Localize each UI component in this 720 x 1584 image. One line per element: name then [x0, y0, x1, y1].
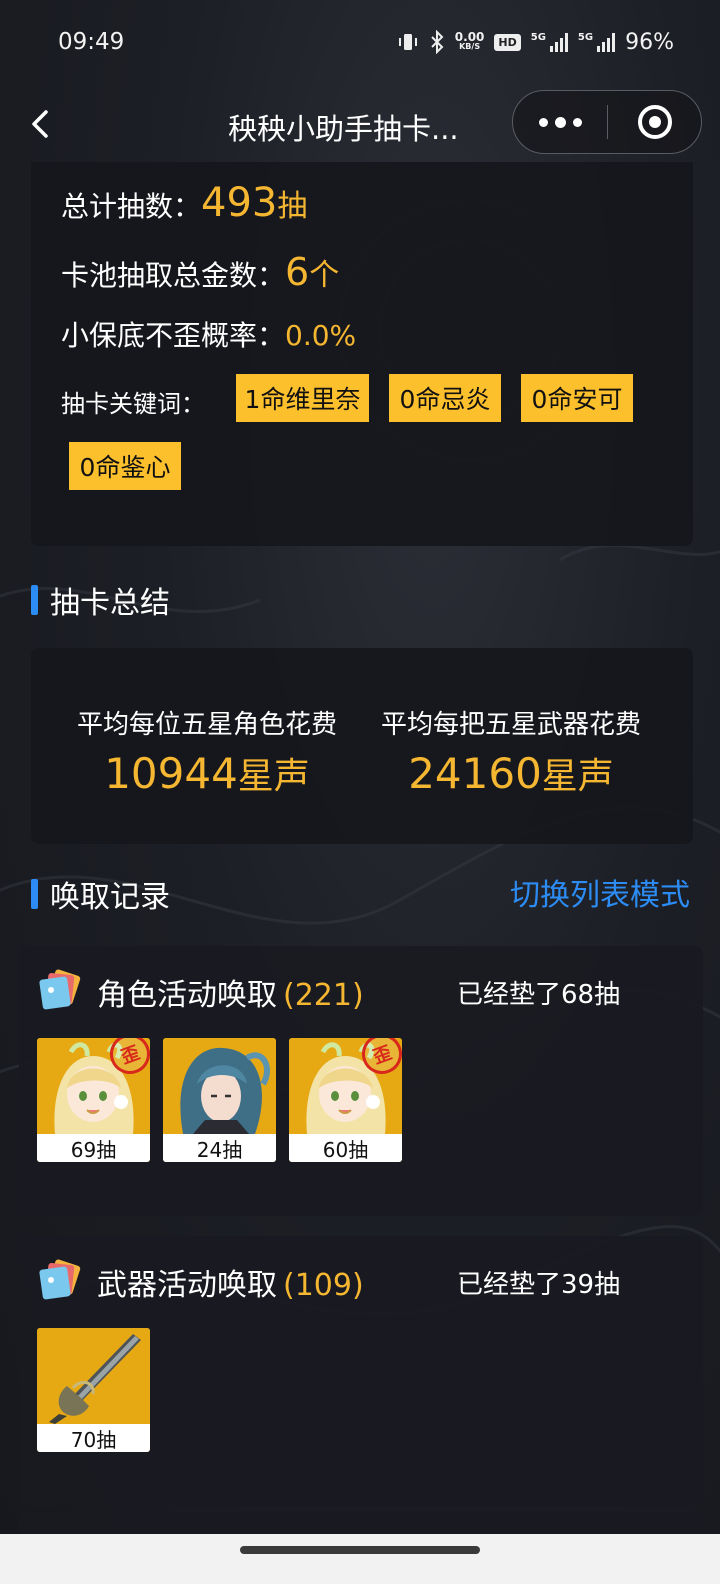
- net-speed-unit: KB/S: [459, 42, 481, 51]
- pool-count: (109): [283, 1268, 364, 1303]
- records-section-title: 唤取记录: [50, 880, 170, 915]
- pool-title-row: 角色活动唤取 (221): [97, 970, 364, 1014]
- weapon-sword-icon: [37, 1328, 150, 1424]
- weapon-pool-card[interactable]: 武器活动唤取 (109) 已经垫了39抽 70抽: [19, 1236, 703, 1506]
- mini-program-capsule: [512, 90, 702, 154]
- win-rate-value: 0.0%: [285, 319, 357, 352]
- gold-count-unit: 个: [309, 258, 340, 293]
- avg-character-unit: 星声: [237, 756, 310, 797]
- nav-bar: 秧秧小助手抽卡...: [0, 84, 720, 162]
- avg-weapon-value: 24160: [408, 749, 542, 798]
- keyword-tag: 1命维里奈: [236, 374, 369, 422]
- stats-card: 总计抽数： 493 抽 卡池抽取总金数： 6 个 小保底不歪概率： 0.0% 抽…: [31, 162, 693, 546]
- summary-section-header: 抽卡总结: [31, 578, 170, 622]
- pull-count-label: 60抽: [289, 1134, 402, 1162]
- keyword-tag: 0命忌炎: [389, 374, 501, 422]
- keyword-tag: 0命安可: [521, 374, 633, 422]
- avg-character-cost: 平均每位五星角色花费 10944星声: [57, 704, 357, 799]
- ticket-stack-icon: [39, 969, 81, 1010]
- gold-count-row: 卡池抽取总金数： 6 个: [61, 250, 339, 294]
- signal-icon-sim2: 5G: [577, 32, 616, 52]
- signal-icon-sim1: 5G: [531, 32, 568, 52]
- status-indicators: 0.00 KB/S HD 5G 5G 96%: [397, 30, 674, 55]
- section-accent-bar: [31, 879, 38, 909]
- sim1-label: 5G: [530, 32, 546, 43]
- pool-title: 武器活动唤取: [97, 1268, 277, 1303]
- pull-count-label: 24抽: [163, 1134, 276, 1162]
- vibrate-icon: [397, 31, 419, 53]
- total-pulls-label: 总计抽数：: [61, 190, 202, 223]
- avg-weapon-cost: 平均每把五星武器花费 24160星声: [361, 704, 661, 799]
- character-pool-card[interactable]: 角色活动唤取 (221) 已经垫了68抽 69抽 歪 24抽 60抽 歪: [19, 946, 703, 1216]
- avg-weapon-label: 平均每把五星武器花费: [380, 710, 641, 740]
- page-title: 秧秧小助手抽卡...: [228, 112, 459, 146]
- win-rate-label: 小保底不歪概率：: [61, 319, 286, 352]
- pull-tile[interactable]: 69抽 歪: [37, 1038, 150, 1162]
- keyword-tag: 0命鉴心: [69, 442, 181, 490]
- pull-tile[interactable]: 60抽 歪: [289, 1038, 402, 1162]
- avg-character-value-row: 10944星声: [57, 747, 357, 799]
- total-pulls-unit: 抽: [277, 189, 308, 224]
- battery-level: 96%: [625, 29, 674, 55]
- summary-section-title: 抽卡总结: [50, 586, 170, 621]
- total-pulls-value: 493: [201, 180, 278, 226]
- gold-count-label: 卡池抽取总金数：: [61, 259, 286, 292]
- pull-count-label: 69抽: [37, 1134, 150, 1162]
- status-time: 09:49: [58, 29, 125, 55]
- avg-weapon-unit: 星声: [541, 756, 614, 797]
- pity-counter: 已经垫了39抽: [457, 1270, 621, 1300]
- pull-tile[interactable]: 70抽: [37, 1328, 150, 1452]
- character-portrait-blue-hair: [163, 1038, 276, 1134]
- system-nav-area: [0, 1534, 720, 1584]
- pool-count: (221): [283, 978, 364, 1013]
- status-bar: 09:49 0.00 KB/S HD 5G 5G 96%: [0, 0, 720, 84]
- more-icon[interactable]: [513, 91, 607, 153]
- avg-character-label: 平均每位五星角色花费: [76, 710, 337, 740]
- net-speed-value: 0.00: [454, 30, 485, 44]
- avg-character-value: 10944: [104, 749, 238, 798]
- close-mini-program-icon[interactable]: [608, 91, 701, 153]
- pool-title-row: 武器活动唤取 (109): [97, 1260, 364, 1304]
- section-accent-bar: [31, 585, 38, 615]
- pity-counter: 已经垫了68抽: [457, 980, 621, 1010]
- sim2-label: 5G: [577, 32, 594, 43]
- pull-count-label: 70抽: [37, 1424, 150, 1452]
- total-pulls-row: 总计抽数： 493 抽: [61, 180, 307, 226]
- records-section-header: 唤取记录: [31, 872, 170, 916]
- ticket-stack-icon: [39, 1259, 81, 1300]
- home-indicator[interactable]: [240, 1546, 480, 1554]
- summary-card: 平均每位五星角色花费 10944星声 平均每把五星武器花费 24160星声: [31, 648, 693, 844]
- win-rate-row: 小保底不歪概率： 0.0%: [61, 314, 356, 354]
- gold-count-value: 6: [285, 250, 310, 294]
- back-icon[interactable]: [26, 104, 56, 144]
- bluetooth-icon: [429, 30, 445, 54]
- avg-weapon-value-row: 24160星声: [361, 747, 661, 799]
- pool-title: 角色活动唤取: [97, 978, 277, 1013]
- pull-tile[interactable]: 24抽: [163, 1038, 276, 1162]
- network-speed: 0.00 KB/S: [454, 30, 485, 52]
- hd-badge: HD: [494, 33, 521, 51]
- keywords-label: 抽卡关键词：: [61, 390, 205, 418]
- switch-list-mode-link[interactable]: 切换列表模式: [510, 870, 690, 914]
